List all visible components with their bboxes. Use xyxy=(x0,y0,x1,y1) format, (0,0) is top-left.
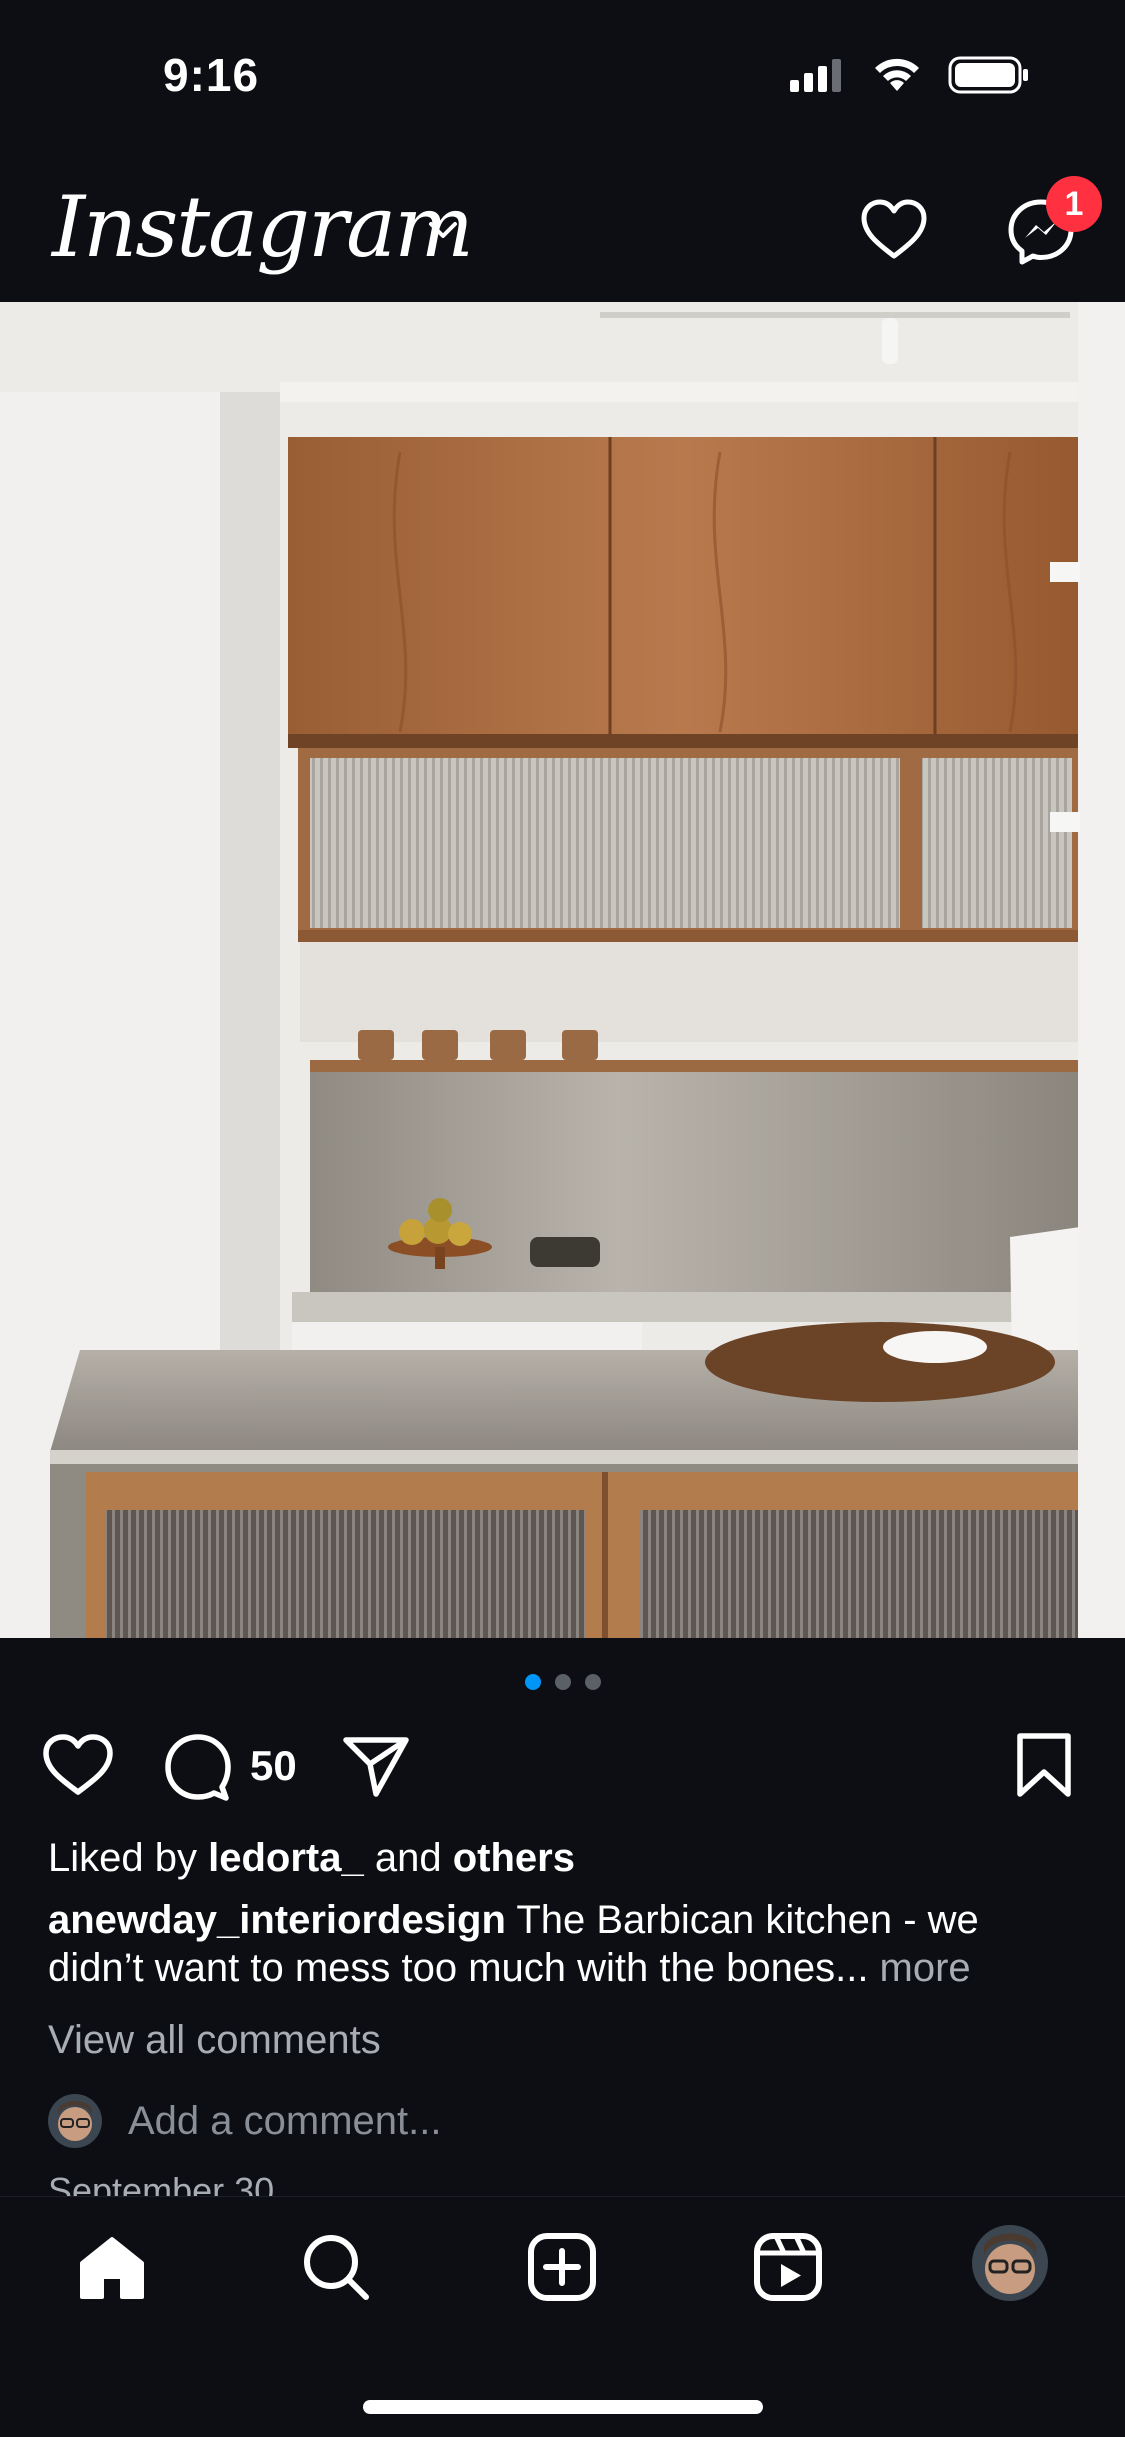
liked-by-user[interactable]: ledorta_ xyxy=(208,1836,364,1880)
user-avatar xyxy=(48,2094,102,2148)
chevron-down-icon[interactable] xyxy=(425,218,461,242)
add-comment-row[interactable]: Add a comment... xyxy=(48,2094,441,2148)
carousel-indicator xyxy=(0,1674,1125,1690)
add-comment-input[interactable]: Add a comment... xyxy=(128,2099,441,2144)
post-actions: 50 xyxy=(0,1730,1125,1802)
like-icon[interactable] xyxy=(40,1732,116,1798)
liked-by-others[interactable]: others xyxy=(453,1836,575,1880)
kitchen-photo xyxy=(0,302,1125,1638)
battery-icon xyxy=(948,56,1028,94)
liked-by-and: and xyxy=(363,1836,453,1880)
comment-count: 50 xyxy=(250,1742,297,1789)
status-bar: 9:16 xyxy=(0,0,1125,150)
status-icons xyxy=(788,56,1030,94)
carousel-dot-3 xyxy=(584,1674,601,1690)
status-time: 9:16 xyxy=(163,49,260,101)
view-all-comments-link[interactable]: View all comments xyxy=(48,2016,1077,2064)
liked-by[interactable]: Liked by ledorta_ and others xyxy=(48,1834,1077,1882)
instagram-logo[interactable]: Instagram xyxy=(52,178,474,276)
post-image[interactable] xyxy=(0,302,1125,1638)
cellular-signal-icon xyxy=(790,59,841,92)
create-icon[interactable] xyxy=(526,2231,598,2303)
carousel-dot-1 xyxy=(524,1674,541,1690)
share-icon[interactable] xyxy=(340,1732,412,1800)
liked-by-prefix: Liked by xyxy=(48,1836,209,1880)
notification-badge: 1 xyxy=(1046,176,1102,232)
post-caption: anewday_interiordesign The Barbican kitc… xyxy=(48,1896,1077,1992)
home-indicator xyxy=(363,2400,763,2414)
heart-icon[interactable] xyxy=(858,198,930,262)
wifi-icon xyxy=(875,58,919,91)
app-header: Instagram xyxy=(0,170,1125,300)
comment-icon[interactable] xyxy=(162,1730,234,1802)
home-icon[interactable] xyxy=(76,2231,148,2303)
caption-more-link[interactable]: more xyxy=(880,1946,971,1990)
search-icon[interactable] xyxy=(300,2231,372,2303)
caption-username[interactable]: anewday_interiordesign xyxy=(48,1898,506,1942)
profile-avatar[interactable] xyxy=(972,2225,1048,2301)
bookmark-icon[interactable] xyxy=(1014,1730,1074,1800)
carousel-dot-2 xyxy=(554,1674,571,1690)
reels-icon[interactable] xyxy=(752,2231,824,2303)
